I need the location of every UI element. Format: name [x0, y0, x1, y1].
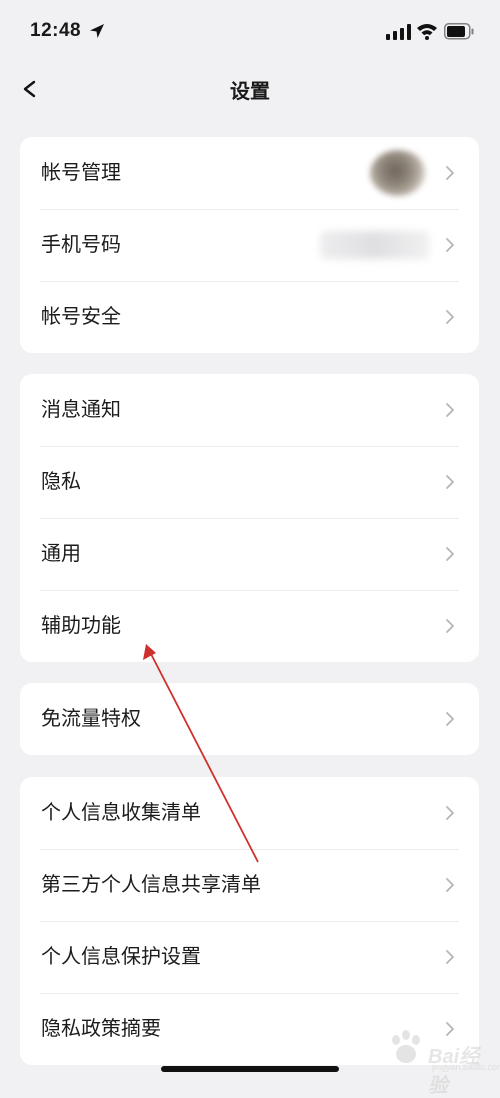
chevron-right-icon — [446, 878, 454, 892]
row-label: 隐私 — [41, 471, 81, 493]
chevron-right-icon — [446, 806, 454, 820]
row-label: 通用 — [41, 543, 81, 565]
row-privacy[interactable]: 隐私 — [20, 446, 479, 518]
row-label: 消息通知 — [41, 399, 121, 421]
row-label: 第三方个人信息共享清单 — [41, 874, 261, 896]
settings-group-account: 帐号管理 手机号码 帐号安全 — [20, 137, 479, 353]
row-personal-info-collection-list[interactable]: 个人信息收集清单 — [20, 777, 479, 849]
row-general[interactable]: 通用 — [20, 518, 479, 590]
row-label: 手机号码 — [41, 234, 121, 256]
home-indicator — [161, 1066, 339, 1072]
chevron-right-icon — [446, 950, 454, 964]
chevron-right-icon — [446, 619, 454, 633]
status-bar: 12:48 — [0, 0, 500, 64]
settings-group-general: 消息通知 隐私 通用 辅助功能 — [20, 374, 479, 662]
paw-logo-icon — [392, 1030, 420, 1063]
cellular-signal-icon — [386, 24, 411, 40]
row-account-management[interactable]: 帐号管理 — [20, 137, 479, 209]
battery-icon — [444, 23, 474, 40]
chevron-right-icon — [446, 238, 454, 252]
location-arrow-icon — [90, 24, 104, 38]
avatar — [370, 150, 426, 196]
row-account-security[interactable]: 帐号安全 — [20, 281, 479, 353]
row-third-party-sharing-list[interactable]: 第三方个人信息共享清单 — [20, 849, 479, 921]
row-label: 个人信息收集清单 — [41, 802, 201, 824]
status-time: 12:48 — [30, 20, 82, 41]
watermark: Bai经验 jingyan.baidu.com — [380, 1018, 500, 1097]
row-accessibility[interactable]: 辅助功能 — [20, 590, 479, 662]
phone-number-value-blurred — [320, 231, 430, 259]
chevron-right-icon — [446, 166, 454, 180]
watermark-domain: jingyan.baidu.com — [432, 1062, 500, 1072]
row-label: 帐号安全 — [41, 306, 121, 328]
row-label: 免流量特权 — [41, 708, 141, 730]
row-personal-info-protection-settings[interactable]: 个人信息保护设置 — [20, 921, 479, 993]
chevron-right-icon — [446, 712, 454, 726]
chevron-right-icon — [446, 403, 454, 417]
chevron-right-icon — [446, 547, 454, 561]
row-phone-number[interactable]: 手机号码 — [20, 209, 479, 281]
row-notifications[interactable]: 消息通知 — [20, 374, 479, 446]
chevron-right-icon — [446, 475, 454, 489]
row-label: 帐号管理 — [41, 162, 121, 184]
row-label: 辅助功能 — [41, 615, 121, 637]
row-label: 个人信息保护设置 — [41, 946, 201, 968]
row-label: 隐私政策摘要 — [41, 1018, 161, 1040]
settings-group-data-saver: 免流量特权 — [20, 683, 479, 755]
wifi-icon — [417, 24, 437, 40]
navigation-bar: 设置 — [0, 64, 500, 114]
chevron-right-icon — [446, 310, 454, 324]
page-title: 设置 — [230, 81, 270, 103]
row-free-data-privilege[interactable]: 免流量特权 — [20, 683, 479, 755]
